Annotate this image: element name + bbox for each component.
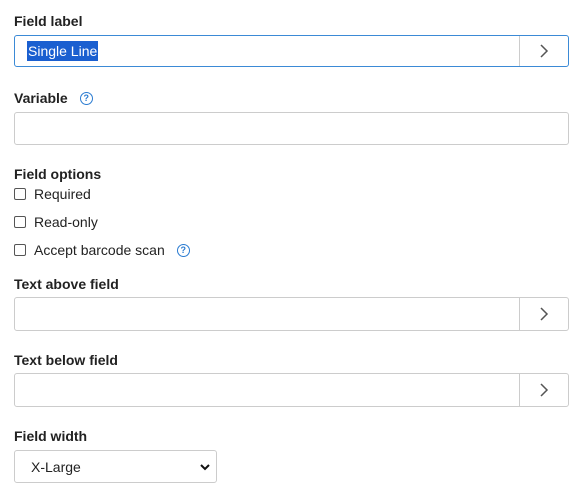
chevron-right-icon bbox=[540, 307, 549, 321]
help-circle-icon[interactable]: ? bbox=[176, 243, 190, 257]
field-label-value: Single Line bbox=[27, 41, 99, 61]
field-width-select[interactable]: X-Large bbox=[14, 450, 217, 483]
text-above-input[interactable] bbox=[15, 298, 519, 328]
text-above-expand-button[interactable] bbox=[519, 298, 568, 330]
text-above-heading: Text above field bbox=[14, 276, 119, 292]
option-accept-barcode-scan: Accept barcode scan ? bbox=[14, 242, 190, 258]
chevron-right-icon bbox=[540, 44, 549, 58]
variable-input[interactable] bbox=[14, 112, 569, 145]
help-circle-icon[interactable]: ? bbox=[79, 91, 93, 105]
text-below-input-group bbox=[14, 373, 569, 407]
accept-barcode-scan-label[interactable]: Accept barcode scan bbox=[34, 242, 165, 258]
text-below-heading: Text below field bbox=[14, 352, 118, 368]
field-label-input-group: Single Line bbox=[14, 35, 569, 67]
field-width-heading: Field width bbox=[14, 428, 88, 444]
field-label-expand-button[interactable] bbox=[519, 36, 568, 66]
required-checkbox[interactable] bbox=[14, 188, 26, 200]
text-below-input[interactable] bbox=[15, 374, 519, 404]
chevron-right-icon bbox=[540, 383, 549, 397]
accept-barcode-scan-checkbox[interactable] bbox=[14, 244, 26, 256]
field-label-heading: Field label bbox=[14, 13, 83, 29]
variable-heading: Variable ? bbox=[14, 90, 93, 106]
field-width-selected-value: X-Large bbox=[31, 458, 81, 475]
required-label[interactable]: Required bbox=[34, 186, 91, 202]
text-above-input-group bbox=[14, 297, 569, 331]
field-options-heading: Field options bbox=[14, 166, 102, 182]
chevron-down-icon bbox=[200, 463, 210, 470]
read-only-label[interactable]: Read-only bbox=[34, 214, 98, 230]
option-read-only: Read-only bbox=[14, 214, 98, 230]
variable-label: Variable bbox=[14, 90, 68, 106]
text-below-expand-button[interactable] bbox=[519, 374, 568, 406]
read-only-checkbox[interactable] bbox=[14, 216, 26, 228]
option-required: Required bbox=[14, 186, 91, 202]
field-label-input[interactable]: Single Line bbox=[15, 36, 519, 66]
